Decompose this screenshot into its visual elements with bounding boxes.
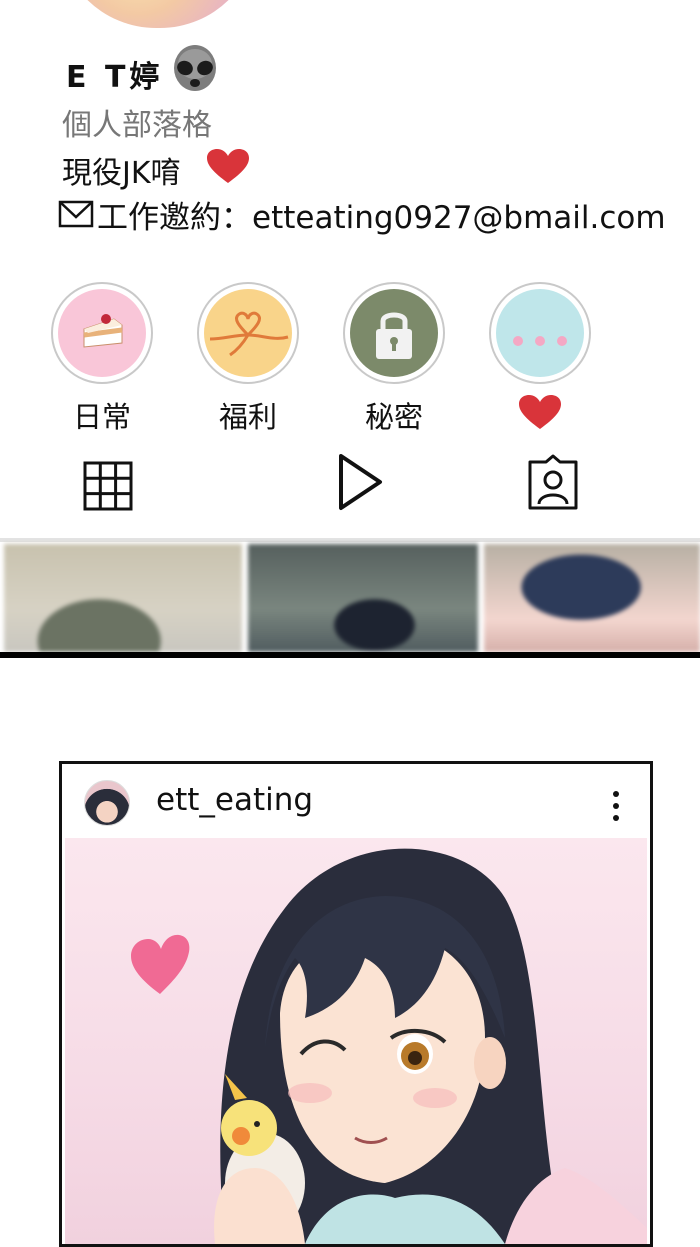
heart-icon (207, 149, 249, 183)
highlight-ring (197, 282, 299, 384)
post-illustration (131, 848, 647, 1244)
grid-icon[interactable] (82, 460, 134, 512)
mail-icon (58, 200, 94, 228)
cake-icon (58, 289, 146, 377)
highlight-ring (489, 282, 591, 384)
post-image[interactable] (65, 838, 647, 1244)
profile-avatar[interactable] (58, 0, 258, 28)
highlight-welfare[interactable]: 福利 (196, 282, 300, 434)
highlight-label: 秘密 (364, 400, 423, 434)
tab-divider (0, 538, 700, 542)
highlight-ring (51, 282, 153, 384)
post-username[interactable]: ett_eating (156, 782, 313, 818)
profile-category: 個人部落格 (62, 108, 212, 143)
post-thumbnail[interactable] (484, 544, 700, 652)
highlight-secret[interactable]: 秘密 (342, 282, 446, 434)
highlight-label: 日常 (72, 400, 131, 434)
post-thumbnail[interactable] (248, 544, 478, 652)
highlight-more[interactable] (488, 282, 592, 430)
lock-icon (350, 289, 438, 377)
heart-icon (519, 395, 561, 429)
comic-panel-border (0, 652, 700, 658)
heart-icon (131, 934, 190, 994)
alien-icon (174, 45, 216, 91)
post-thumbnail[interactable] (4, 544, 242, 652)
post-avatar[interactable] (84, 780, 130, 826)
post-card: ett_eating (59, 761, 653, 1247)
play-icon[interactable] (334, 452, 386, 512)
ribbon-heart-icon (204, 289, 292, 377)
bio-line: 現役JK唷 (62, 156, 181, 191)
highlight-label: 福利 (218, 400, 277, 434)
profile-name: E T婷 (66, 60, 164, 95)
highlight-daily[interactable]: 日常 (50, 282, 154, 434)
dots-icon (496, 289, 584, 377)
more-options-icon[interactable] (606, 788, 626, 824)
highlight-ring (343, 282, 445, 384)
tagged-person-icon[interactable] (526, 454, 580, 512)
bio-contact: 工作邀約：etteating0927@bmail.com (97, 200, 666, 236)
highlight-label (488, 394, 592, 430)
